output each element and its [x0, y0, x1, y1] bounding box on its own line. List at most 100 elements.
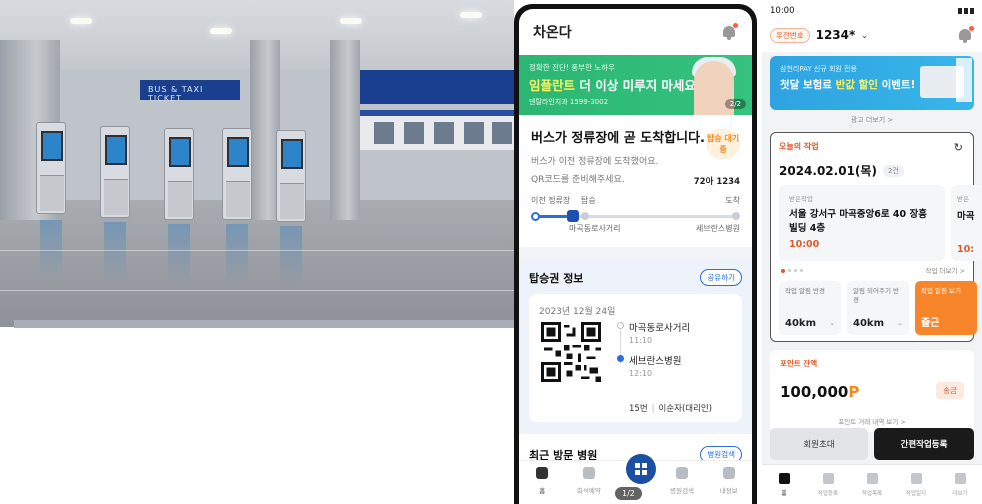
- job-time: 10:: [957, 244, 975, 255]
- work-settings-tiles: 작업 알림 반경 40km ⌄ 알림 되어주기 반경 40km ⌄ 작업 알림 …: [779, 281, 977, 335]
- stop-dot: [617, 322, 624, 329]
- tile-label: 작업 알림 보기: [921, 287, 962, 295]
- ceiling-light: [70, 18, 92, 24]
- clock-in-tile[interactable]: 작업 알림 보기 출근: [915, 281, 977, 335]
- tile-value: 40km: [785, 318, 816, 329]
- job-address: 마곡: [957, 211, 975, 222]
- more-ads-link[interactable]: 광고 더보기 >: [762, 115, 982, 125]
- ticket-stop-arrive: 세브란스병원 12:10: [617, 353, 690, 378]
- ad-banner[interactable]: 삼천리PAY 신규 회원 전용 첫달 보험료 반값 할인 이벤트!: [770, 56, 974, 110]
- nav-hospital-search[interactable]: 병원검색: [659, 461, 706, 504]
- home-icon: [536, 467, 549, 479]
- app-logo: 차온다: [533, 25, 572, 41]
- chevron-down-icon: ⌄: [897, 319, 903, 327]
- passenger-name: 이순자(대리인): [658, 404, 713, 414]
- job-card[interactable]: 받은작업 서울 강서구 마곡중앙6로 40 장흥빌딩 4층 10:00: [779, 185, 945, 261]
- arrive-stop-node: [732, 212, 740, 220]
- chevron-down-icon[interactable]: ⌄: [861, 31, 868, 40]
- ad-headline-rest: 더 이상 미루지 마세요!: [575, 78, 702, 93]
- job-time: 10:00: [789, 239, 820, 250]
- ticket-sign-text: BUS & TAXI TICKET: [148, 85, 204, 103]
- ceiling-light: [210, 28, 232, 34]
- nav-log[interactable]: 작업일지: [894, 465, 938, 504]
- notify-radius-tile[interactable]: 알림 되어주기 반경 40km ⌄: [847, 281, 909, 335]
- job-address: 서울 강서구 마곡중앙6로 40 장흥빌딩 4층: [789, 209, 927, 234]
- terminal-photo: BUS & TAXI TICKET: [0, 0, 514, 327]
- counter-sign: [360, 70, 514, 104]
- board-stop-node: [581, 212, 589, 220]
- status-bar: 10:00: [762, 4, 982, 18]
- nav-home[interactable]: 홈: [762, 465, 806, 504]
- ad-pager: 2/2: [724, 99, 746, 109]
- work-title: 오늘의 작업: [779, 142, 819, 151]
- bell-icon[interactable]: [720, 23, 738, 41]
- vehicle-number[interactable]: 1234*: [816, 28, 856, 42]
- profile-icon: [722, 467, 735, 479]
- ticket-kiosk: [36, 122, 66, 214]
- tile-label: 작업 알림 반경: [785, 287, 826, 295]
- ticket-kiosk: [276, 130, 306, 222]
- quick-register-button[interactable]: 간편작업등록: [874, 428, 974, 460]
- work-date: 2024.02.01(목): [779, 164, 877, 178]
- ceiling-light: [340, 18, 362, 24]
- prev-stop-node: [531, 212, 540, 221]
- home-icon: [778, 473, 790, 484]
- action-buttons: 회원초대 간편작업등록: [770, 428, 974, 460]
- nav-my-info[interactable]: 내정보: [705, 461, 752, 504]
- floor-reflection: [280, 226, 302, 286]
- chevron-down-icon: ⌄: [829, 319, 835, 327]
- point-history-link[interactable]: 포인트 거래 내역 보기 >: [770, 416, 974, 426]
- bell-icon[interactable]: [956, 26, 974, 44]
- qr-code[interactable]: [541, 322, 601, 382]
- ticket-stops: 마곡동로사거리 11:10 세브란스병원 12:10: [617, 320, 690, 386]
- building-icon: [582, 467, 595, 479]
- ad-truck-image: [920, 58, 972, 102]
- stop-name: 세브란스병원: [629, 356, 682, 367]
- refresh-icon[interactable]: ↻: [954, 141, 963, 154]
- patient-app-screen: 차온다 정확한 진단! 풍부한 노하우 임플란트 더 이상 미루지 마세요! 덴…: [519, 9, 752, 504]
- nav-home[interactable]: 홈: [519, 461, 566, 504]
- ad-banner[interactable]: 정확한 진단! 풍부한 노하우 임플란트 더 이상 미루지 마세요! 덴탈라인치…: [519, 55, 752, 115]
- arrive-stop-name: 세브란스병원: [695, 224, 740, 233]
- floor-line: [0, 250, 514, 251]
- app-header: 차온다: [519, 9, 752, 55]
- more-work-link[interactable]: 작업 더보기 >: [926, 265, 965, 275]
- qr-fab-button[interactable]: [626, 454, 656, 484]
- job-card-next[interactable]: 받은 마곡 10:: [951, 185, 982, 261]
- bus-number: 15번: [629, 404, 648, 414]
- bus-icon: [567, 210, 579, 222]
- share-button[interactable]: 공유하기: [700, 269, 742, 286]
- nav-more[interactable]: 더보기: [938, 465, 982, 504]
- ticket-kiosk: [100, 126, 130, 218]
- nav-list[interactable]: 작업목록: [850, 465, 894, 504]
- notification-dot: [969, 26, 974, 31]
- driver-app-screen: 10:00 우전번호 1234* ⌄ 삼천리PAY 신규 회원 전용 첫달 보험…: [762, 4, 982, 504]
- patient-app-phone: 차온다 정확한 진단! 풍부한 노하우 임플란트 더 이상 미루지 마세요! 덴…: [514, 4, 757, 504]
- transfer-button[interactable]: 송금: [936, 382, 964, 399]
- trip-info: 15번 | 이순자(대리인): [629, 404, 713, 414]
- page-indicator: 1/2: [615, 487, 642, 500]
- signal-battery-icon: [958, 8, 974, 14]
- ad-highlight: 임플란트: [529, 78, 576, 93]
- ticket-kiosk: [222, 128, 252, 220]
- board-label: 탑승: [581, 196, 596, 205]
- ticket-kiosk: [164, 128, 194, 220]
- ticket-section: 탑승권 정보 공유하기 2023년 12월 24일 마곡동로사거리 11:10 …: [519, 259, 752, 434]
- nav-register[interactable]: 작업등록: [806, 465, 850, 504]
- copy-icon: [822, 473, 834, 484]
- stop-time: 12:10: [629, 369, 653, 378]
- floor-reflection: [104, 222, 126, 282]
- invite-button[interactable]: 회원초대: [770, 428, 868, 460]
- board-stop-name: 마곡동로사거리: [569, 224, 621, 233]
- today-work-card: 오늘의 작업 ↻ 2024.02.01(목) 2건 받은작업 서울 강서구 마곡…: [770, 132, 982, 342]
- ceiling-light: [460, 12, 482, 18]
- grid-icon: [954, 473, 966, 484]
- ticket-header: 탑승권 정보 공유하기: [529, 269, 742, 286]
- nav-reservation[interactable]: 회석예약: [566, 461, 613, 504]
- floor-line: [0, 290, 514, 291]
- prev-stop-label: 이전 정류장: [531, 196, 571, 205]
- radius-tile[interactable]: 작업 알림 반경 40km ⌄: [779, 281, 841, 335]
- stop-time: 11:10: [629, 336, 653, 345]
- point-label: 포인트 잔액: [780, 359, 818, 368]
- route-progress-bar: [535, 215, 571, 218]
